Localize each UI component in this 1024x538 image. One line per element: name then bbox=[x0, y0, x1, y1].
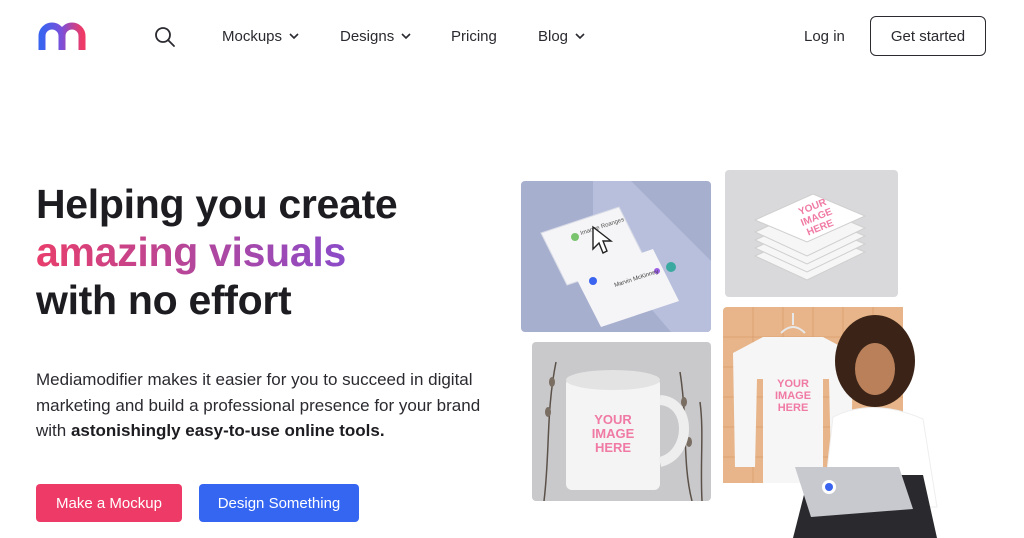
hero-title-line3: with no effort bbox=[36, 277, 292, 323]
hero-title-highlight: amazing visuals bbox=[36, 229, 346, 275]
placeholder-text-line1: YOUR bbox=[594, 412, 632, 427]
mug-mockup-image: YOUR IMAGE HERE bbox=[532, 342, 711, 501]
nav-item-label: Blog bbox=[538, 27, 569, 45]
chevron-down-icon bbox=[401, 33, 411, 40]
nav-item-label: Mockups bbox=[222, 27, 283, 45]
nav-item-label: Pricing bbox=[451, 27, 497, 45]
login-link[interactable]: Log in bbox=[804, 0, 845, 72]
hero-title: Helping you create amazing visuals with … bbox=[36, 180, 496, 324]
search-icon[interactable] bbox=[154, 26, 176, 48]
mediamodifier-logo[interactable] bbox=[38, 22, 98, 52]
site-header: Mockups Designs Pricing Blog Log in Get … bbox=[0, 0, 1024, 72]
chevron-down-icon bbox=[289, 33, 299, 40]
nav-item-mockups[interactable]: Mockups bbox=[222, 0, 300, 72]
placeholder-text-line3: HERE bbox=[778, 402, 809, 414]
chevron-down-icon bbox=[575, 33, 585, 40]
nav-item-pricing[interactable]: Pricing bbox=[451, 0, 497, 72]
hero-title-line1: Helping you create bbox=[36, 181, 398, 227]
make-mockup-button[interactable]: Make a Mockup bbox=[36, 484, 182, 522]
book-mockup-image: YOUR IMAGE HERE bbox=[725, 170, 898, 297]
placeholder-text-line2: IMAGE bbox=[592, 426, 635, 441]
business-card-mockup-image: Imanne Roanges Marvin McKinney bbox=[521, 181, 711, 332]
nav-item-designs[interactable]: Designs bbox=[340, 0, 412, 72]
design-something-button[interactable]: Design Something bbox=[199, 484, 359, 522]
placeholder-text-line2: IMAGE bbox=[775, 390, 811, 402]
placeholder-text-line3: HERE bbox=[595, 440, 631, 455]
placeholder-text-line1: YOUR bbox=[777, 378, 809, 390]
get-started-button[interactable]: Get started bbox=[870, 16, 986, 56]
nav-item-label: Designs bbox=[340, 27, 395, 45]
sweatshirt-mockup-image: YOUR IMAGE HERE bbox=[723, 307, 983, 538]
hero-description-emphasis: astonishingly easy-to-use online tools. bbox=[70, 421, 385, 440]
nav-item-blog[interactable]: Blog bbox=[538, 0, 586, 72]
hero-description: Mediamodifier makes it easier for you to… bbox=[36, 367, 506, 444]
